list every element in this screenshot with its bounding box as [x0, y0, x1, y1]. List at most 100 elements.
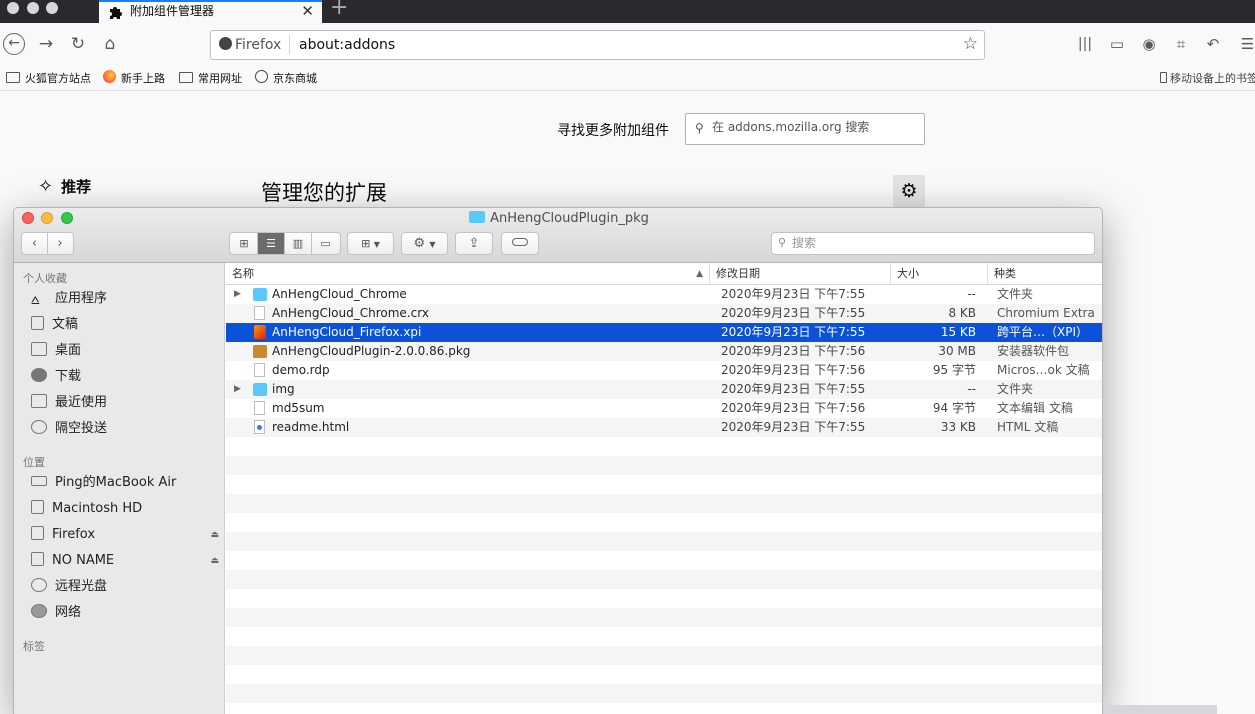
- reload-icon[interactable]: ↻: [68, 34, 88, 54]
- file-date: 2020年9月23日 下午7:55: [721, 325, 866, 339]
- html-file-icon: [254, 420, 265, 434]
- file-name: AnHengCloudPlugin-2.0.0.86.pkg: [272, 344, 471, 358]
- tab-addons-manager[interactable]: 附加组件管理器 ✕: [99, 0, 322, 23]
- file-row[interactable]: ▶ AnHengCloud_Chrome 2020年9月23日 下午7:55 -- 文件…: [226, 285, 1102, 304]
- sidebar-icon[interactable]: ▭: [1107, 34, 1127, 54]
- nav-bar: ← → ↻ ⌂ Firefox about:addons ☆ ||| ▭ ◉ ⌗…: [0, 23, 1255, 65]
- sidebar-header-locations: 位置: [23, 456, 45, 469]
- bookmark-item[interactable]: 火狐官方站点: [6, 70, 91, 86]
- library-icon[interactable]: |||: [1075, 34, 1095, 54]
- sidebar-item-airdrop[interactable]: 隔空投送: [31, 418, 221, 440]
- forward-icon[interactable]: →: [36, 34, 56, 54]
- gear-icon[interactable]: ⚙: [893, 175, 925, 207]
- column-view-icon[interactable]: ▥: [285, 233, 312, 254]
- icon-view-icon[interactable]: ⊞: [231, 233, 258, 254]
- share-button[interactable]: ⇪: [455, 232, 493, 255]
- file-row[interactable]: AnHengCloud_Chrome.crx 2020年9月23日 下午7:55 8…: [226, 304, 1102, 323]
- sidebar-item-firefox[interactable]: Firefox ⏏: [31, 524, 221, 546]
- url-bar[interactable]: Firefox about:addons ☆: [210, 30, 985, 60]
- view-mode-control[interactable]: ⊞ ☰ ▥ ▭: [229, 232, 341, 255]
- nav-recommendations[interactable]: ✧ 推荐: [38, 176, 91, 197]
- file-kind: 文件夹: [997, 287, 1034, 301]
- page-footer-strip: [1103, 705, 1217, 714]
- back-icon[interactable]: ←: [3, 33, 25, 55]
- disk-icon: [31, 500, 44, 514]
- finder-toolbar: AnHengCloudPlugin_pkg ‹ › ⊞ ☰ ▥ ▭ ⊞ ▼ ⚙ ▼ ⇪ …: [14, 208, 1102, 263]
- disk-icon: [31, 526, 44, 540]
- bookmark-item[interactable]: 新手上路: [103, 70, 165, 86]
- sidebar-item-macbook[interactable]: Ping的MacBook Air: [31, 472, 221, 494]
- window-minimize-button[interactable]: [27, 2, 39, 14]
- sidebar-item-downloads[interactable]: 下载: [31, 366, 221, 388]
- finder-search-box[interactable]: ⚲: [771, 232, 1095, 255]
- file-row[interactable]: AnHengCloud_Firefox.xpi 2020年9月23日 下午7:55…: [226, 323, 1102, 342]
- file-row[interactable]: readme.html 2020年9月23日 下午7:55 33 KB HTML 文稿: [226, 418, 1102, 437]
- file-size: 94 字节: [932, 401, 976, 415]
- identity-box[interactable]: Firefox: [219, 37, 281, 53]
- finder-forward-icon[interactable]: ›: [48, 233, 73, 254]
- pkg-file-icon: [253, 345, 267, 358]
- account-icon[interactable]: ◉: [1139, 34, 1159, 54]
- sidebar-item-desktop[interactable]: 桌面: [31, 340, 221, 362]
- column-header-name[interactable]: 名称 ▲: [226, 263, 709, 285]
- file-row[interactable]: AnHengCloudPlugin-2.0.0.86.pkg 2020年9月23日…: [226, 342, 1102, 361]
- chevron-down-icon: ▼: [429, 240, 436, 249]
- file-row[interactable]: ▶ img 2020年9月23日 下午7:55 -- 文件夹: [226, 380, 1102, 399]
- column-header-kind[interactable]: 种类: [987, 263, 1102, 285]
- file-name: AnHengCloud_Chrome.crx: [272, 306, 429, 320]
- file-name: md5sum: [272, 401, 325, 415]
- xpi-file-icon: [254, 325, 266, 339]
- new-tab-icon[interactable]: +: [330, 0, 348, 19]
- eject-icon[interactable]: ⏏: [210, 524, 219, 546]
- screenshot-icon[interactable]: ⌗: [1171, 34, 1191, 54]
- file-kind: 安装器软件包: [997, 344, 1070, 358]
- file-row[interactable]: md5sum 2020年9月23日 下午7:56 94 字节 文本编辑 文稿: [226, 399, 1102, 418]
- sidebar-item-no-name[interactable]: NO NAME ⏏: [31, 550, 221, 572]
- find-more-label: 寻找更多附加组件: [557, 123, 669, 139]
- puzzle-icon: [110, 7, 122, 19]
- file-date: 2020年9月23日 下午7:56: [721, 363, 866, 377]
- gear-icon: ⚙: [413, 236, 426, 251]
- list-header: 名称 ▲ 修改日期 大小 种类: [226, 263, 1102, 285]
- back-forward-control[interactable]: ‹ ›: [21, 232, 74, 255]
- list-view-icon[interactable]: ☰: [258, 233, 285, 254]
- disclosure-triangle-icon[interactable]: ▶: [234, 380, 241, 399]
- eject-icon[interactable]: ⏏: [210, 550, 219, 572]
- sidebar-item-documents[interactable]: 文稿: [31, 314, 221, 336]
- file-name: img: [272, 382, 295, 396]
- group-by-button[interactable]: ⊞ ▼: [347, 232, 394, 255]
- sidebar-item-network[interactable]: 网络: [31, 602, 221, 624]
- sidebar-item-remote-disc[interactable]: 远程光盘: [31, 576, 221, 598]
- disclosure-triangle-icon[interactable]: ▶: [234, 285, 241, 304]
- tab-close-icon[interactable]: ✕: [301, 2, 314, 21]
- mobile-bookmarks[interactable]: 移动设备上的书签: [1160, 70, 1255, 86]
- file-kind: 文本编辑 文稿: [997, 401, 1073, 415]
- column-header-date[interactable]: 修改日期: [709, 263, 890, 285]
- menu-icon[interactable]: ☰: [1240, 34, 1255, 54]
- bookmark-item[interactable]: 京东商城: [255, 70, 317, 86]
- doc-file-icon: [254, 363, 265, 377]
- home-icon[interactable]: ⌂: [100, 34, 120, 54]
- bookmark-item[interactable]: 常用网址: [179, 70, 242, 86]
- tags-button[interactable]: [501, 232, 539, 255]
- sidebar-item-macintosh-hd[interactable]: Macintosh HD: [31, 498, 221, 520]
- file-list: 名称 ▲ 修改日期 大小 种类 ▶ AnHengCloud_Chrome 2020年9…: [226, 263, 1102, 714]
- bookmark-star-icon[interactable]: ☆: [963, 34, 978, 54]
- finder-search-input[interactable]: [792, 236, 1082, 250]
- addon-search-box[interactable]: ⚲: [685, 113, 925, 145]
- window-close-button[interactable]: [7, 2, 19, 14]
- search-icon: ⚲: [778, 236, 787, 249]
- file-row[interactable]: demo.rdp 2020年9月23日 下午7:56 95 字节 Micros…ok …: [226, 361, 1102, 380]
- gallery-view-icon[interactable]: ▭: [312, 233, 339, 254]
- window-zoom-button[interactable]: [46, 2, 58, 14]
- phone-icon: [1160, 72, 1167, 83]
- folder-icon: [469, 211, 486, 223]
- sidebar-item-recents[interactable]: 最近使用: [31, 392, 221, 414]
- undo-icon[interactable]: ↶: [1203, 34, 1223, 54]
- finder-back-icon[interactable]: ‹: [23, 233, 48, 254]
- addon-search-input[interactable]: [712, 120, 917, 134]
- sidebar-item-applications[interactable]: ⩟ 应用程序: [31, 288, 221, 310]
- column-header-size[interactable]: 大小: [890, 263, 987, 285]
- action-button[interactable]: ⚙ ▼: [401, 232, 448, 255]
- url-text[interactable]: about:addons: [299, 37, 395, 53]
